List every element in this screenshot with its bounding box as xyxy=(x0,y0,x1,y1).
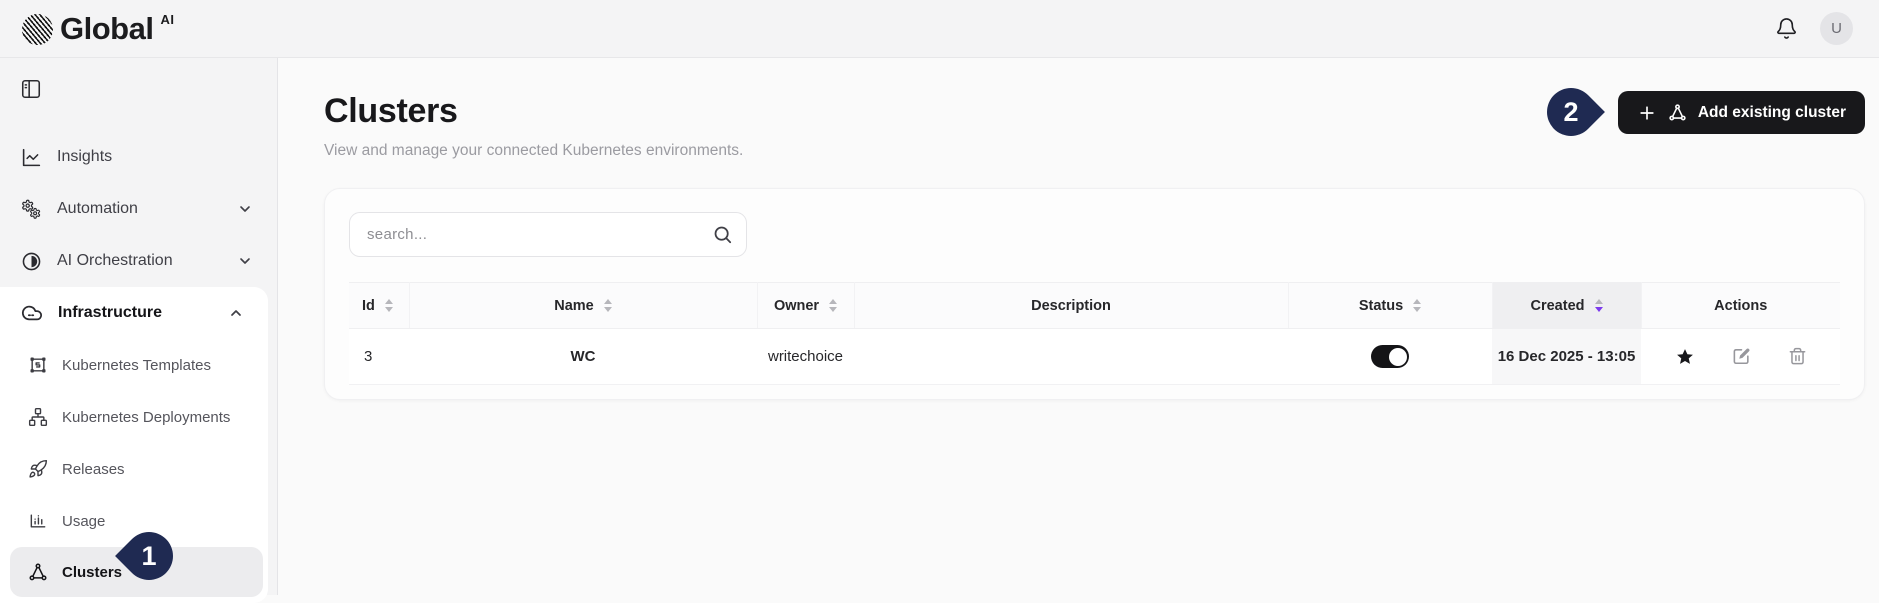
table-row: 3 WC writechoice 16 Dec 2025 - 13:05 xyxy=(349,329,1840,385)
cell-description xyxy=(854,329,1288,385)
status-toggle[interactable] xyxy=(1371,345,1409,368)
clusters-card: Id Name Owner xyxy=(324,188,1865,400)
page-subtitle: View and manage your connected Kubernete… xyxy=(324,142,1865,160)
column-header-status[interactable]: Status xyxy=(1288,283,1492,329)
column-label: Description xyxy=(1031,298,1111,314)
annotation-step-1-number: 1 xyxy=(124,531,174,581)
sort-icon-active[interactable] xyxy=(1595,299,1603,312)
favorite-star-icon[interactable] xyxy=(1675,347,1695,367)
chevron-down-icon xyxy=(237,201,253,217)
sidebar-item-label: Infrastructure xyxy=(58,304,162,322)
chart-line-icon xyxy=(21,147,42,168)
sidebar-item-label: Insights xyxy=(57,148,112,166)
app-shell: Insights Automation xyxy=(0,58,1879,595)
sort-icon[interactable] xyxy=(829,299,837,312)
main-content: Clusters View and manage your connected … xyxy=(278,58,1879,595)
search-icon[interactable] xyxy=(712,224,733,245)
network-nodes-icon xyxy=(28,407,48,427)
cell-id: 3 xyxy=(349,329,409,385)
sidebar-item-label: Kubernetes Templates xyxy=(62,357,211,374)
topbar: Global AI U xyxy=(0,0,1879,58)
rocket-icon xyxy=(28,459,48,479)
sidebar-item-label: Clusters xyxy=(62,564,122,581)
sidebar-item-label: Usage xyxy=(62,513,105,530)
cluster-network-icon xyxy=(28,562,48,582)
column-header-description[interactable]: Description xyxy=(854,283,1288,329)
template-frame-icon xyxy=(28,355,48,375)
add-existing-cluster-button[interactable]: Add existing cluster xyxy=(1618,91,1865,134)
column-label: Owner xyxy=(774,298,819,314)
column-label: Actions xyxy=(1714,298,1767,314)
sidebar-item-insights[interactable]: Insights xyxy=(0,131,277,183)
sidebar-item-kubernetes-deployments[interactable]: Kubernetes Deployments xyxy=(0,391,268,443)
cluster-network-icon xyxy=(1668,103,1687,122)
brand-logo: Global AI xyxy=(22,10,174,48)
column-header-name[interactable]: Name xyxy=(409,283,757,329)
add-existing-cluster-label: Add existing cluster xyxy=(1698,104,1846,122)
bar-chart-icon xyxy=(28,511,48,531)
sidebar-item-automation[interactable]: Automation xyxy=(0,183,277,235)
column-header-owner[interactable]: Owner xyxy=(757,283,854,329)
sidebar-collapse-icon[interactable] xyxy=(0,72,42,100)
annotation-step-2-number: 2 xyxy=(1546,87,1596,137)
annotation-step-1: 1 xyxy=(124,531,174,581)
avatar[interactable]: U xyxy=(1820,12,1853,45)
column-header-id[interactable]: Id xyxy=(349,283,409,329)
sort-icon[interactable] xyxy=(385,299,393,312)
sidebar-item-label: Kubernetes Deployments xyxy=(62,409,230,426)
chevron-down-icon xyxy=(237,253,253,269)
edit-icon[interactable] xyxy=(1732,347,1751,366)
brand-name: Global xyxy=(60,10,153,48)
sort-icon[interactable] xyxy=(604,299,612,312)
column-label: Created xyxy=(1531,298,1585,314)
delete-trash-icon[interactable] xyxy=(1788,347,1807,366)
brand-logo-icon xyxy=(22,14,53,45)
chevron-up-icon xyxy=(228,305,244,321)
cloud-icon xyxy=(21,302,43,324)
column-label: Name xyxy=(554,298,594,314)
cell-name: WC xyxy=(409,329,757,385)
annotation-step-2: 2 xyxy=(1546,87,1596,137)
search-input[interactable] xyxy=(349,212,747,257)
notifications-bell-icon[interactable] xyxy=(1775,17,1798,40)
topbar-right: U xyxy=(1775,12,1853,45)
sidebar-item-label: AI Orchestration xyxy=(57,252,173,270)
avatar-initial: U xyxy=(1831,20,1842,37)
column-label: Status xyxy=(1359,298,1403,314)
column-header-actions: Actions xyxy=(1641,283,1840,329)
search-wrap xyxy=(349,212,747,257)
column-header-created[interactable]: Created xyxy=(1492,283,1641,329)
sidebar: Insights Automation xyxy=(0,58,278,595)
clusters-table: Id Name Owner xyxy=(349,282,1840,385)
sidebar-item-label: Releases xyxy=(62,461,125,478)
table-header-row: Id Name Owner xyxy=(349,283,1840,329)
cell-status xyxy=(1288,329,1492,385)
sidebar-item-kubernetes-templates[interactable]: Kubernetes Templates xyxy=(0,339,268,391)
sort-icon[interactable] xyxy=(1413,299,1421,312)
contrast-icon xyxy=(21,251,42,272)
column-label: Id xyxy=(362,298,375,314)
sidebar-item-infrastructure[interactable]: Infrastructure xyxy=(0,287,268,339)
cell-owner: writechoice xyxy=(757,329,854,385)
gears-icon xyxy=(21,199,42,220)
cell-created: 16 Dec 2025 - 13:05 xyxy=(1492,329,1641,385)
sidebar-item-label: Automation xyxy=(57,200,138,218)
brand-superscript: AI xyxy=(160,12,174,27)
plus-icon xyxy=(1637,103,1657,123)
cell-actions xyxy=(1641,329,1840,385)
sidebar-item-ai-orchestration[interactable]: AI Orchestration xyxy=(0,235,277,287)
sidebar-item-releases[interactable]: Releases xyxy=(0,443,268,495)
